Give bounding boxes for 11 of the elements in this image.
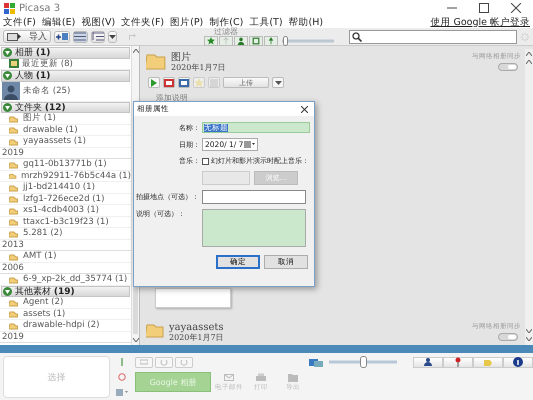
year-label: 2013 bbox=[0, 240, 131, 251]
album-date: 2020年1月7日 bbox=[171, 63, 226, 72]
album-title: yayaassets bbox=[169, 322, 224, 333]
window-title: Picasa 3 bbox=[19, 2, 60, 14]
year-label: 2019 bbox=[0, 148, 131, 159]
album-date: 2020年1月7日 bbox=[169, 333, 224, 342]
year-label: 2019 bbox=[0, 332, 131, 343]
filter-label: 过滤器 bbox=[214, 28, 238, 36]
year-label: 2006 bbox=[0, 262, 131, 274]
album-title: 图片 bbox=[171, 52, 192, 63]
tray-label: 选择 bbox=[47, 372, 66, 384]
